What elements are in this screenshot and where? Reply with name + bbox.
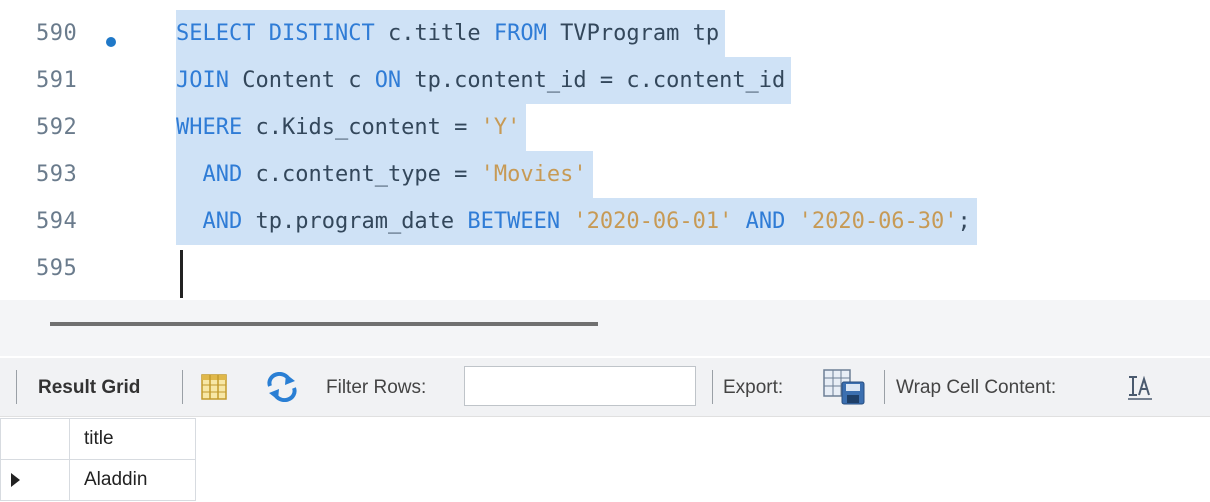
sql-keyword: SELECT [176,21,256,46]
sql-keyword: DISTINCT [268,21,375,46]
sql-keyword: JOIN [176,68,229,93]
sql-identifier: Content c [228,68,375,93]
sql-identifier: tp.content_id = c.content_id [401,68,786,93]
code-line[interactable]: 590 SELECT DISTINCT c.title FROM TVProgra… [0,10,1210,57]
sql-keyword: ON [374,68,402,93]
line-number: 593 [36,162,78,187]
sql-identifier [785,209,798,234]
sql-identifier: tp.program_date [242,209,468,234]
export-label: Export: [723,377,784,398]
line-number: 592 [36,115,78,140]
sql-string: '2020-06-30' [798,209,958,234]
toolbar-separator [16,370,17,404]
refresh-icon[interactable] [266,371,298,407]
sql-keyword: AND [745,209,786,234]
line-number: 594 [36,209,78,234]
line-number: 590 [36,21,78,46]
panel-splitter-handle[interactable] [50,322,598,326]
code-text: SELECT DISTINCT c.title FROM TVProgram t… [176,10,726,57]
panel-splitter-area [0,300,1210,356]
sql-keyword: FROM [493,21,547,46]
toolbar-separator [884,370,885,404]
statement-marker-icon [106,37,116,47]
row-indicator[interactable] [0,459,70,501]
sql-keyword: WHERE [176,115,243,140]
sql-keyword: BETWEEN [467,209,561,234]
code-line[interactable]: 591 JOIN Content c ON tp.content_id = c.c… [0,57,1210,104]
toolbar-separator [182,370,183,404]
sql-identifier: c.title [374,21,494,46]
sql-keyword: AND [202,162,243,187]
code-text: JOIN Content c ON tp.content_id = c.cont… [176,57,792,104]
code-line[interactable]: 593 AND c.content_type = 'Movies' [0,151,1210,198]
sql-identifier [560,209,573,234]
table-cell[interactable]: Aladdin [69,459,196,501]
code-text: AND tp.program_date BETWEEN '2020-06-01'… [176,198,977,245]
line-number: 591 [36,68,78,93]
result-grid-tab[interactable]: Result Grid [38,377,140,399]
sql-string: 'Y' [480,115,521,140]
sql-identifier: ; [957,209,971,234]
sql-keyword: AND [202,209,243,234]
export-icon[interactable] [822,368,868,411]
filter-rows-input[interactable] [464,366,696,406]
text-cursor [180,250,183,298]
sql-identifier [255,21,268,46]
sql-identifier: c.content_type = [242,162,481,187]
code-line[interactable]: 592 WHERE c.Kids_content = 'Y' [0,104,1210,151]
results-toolbar: Result Grid Filter Rows: Export: Wrap Ce… [0,358,1210,417]
sql-identifier [176,209,203,234]
grid-columns-icon[interactable] [199,372,229,407]
code-text: AND c.content_type = 'Movies' [176,151,593,198]
sql-string: '2020-06-01' [573,209,733,234]
current-row-arrow-icon [11,473,20,487]
line-number: 595 [36,256,78,281]
code-text: WHERE c.Kids_content = 'Y' [176,104,527,151]
sql-identifier: c.Kids_content = [242,115,481,140]
toolbar-separator [712,370,713,404]
sql-identifier: TVProgram tp [546,21,720,46]
sql-string: 'Movies' [480,162,587,187]
wrap-text-icon[interactable] [1126,374,1154,407]
sql-identifier [732,209,745,234]
sql-editor[interactable]: 590 SELECT DISTINCT c.title FROM TVProgra… [0,0,1210,300]
filter-rows-label: Filter Rows: [326,377,427,398]
column-header-title[interactable]: title [69,418,196,460]
sql-identifier [176,162,203,187]
grid-corner-cell[interactable] [0,418,70,460]
result-grid: title Aladdin [0,418,200,502]
wrap-cell-content-label: Wrap Cell Content: [896,377,1057,398]
code-line[interactable]: 594 AND tp.program_date BETWEEN '2020-06… [0,198,1210,245]
